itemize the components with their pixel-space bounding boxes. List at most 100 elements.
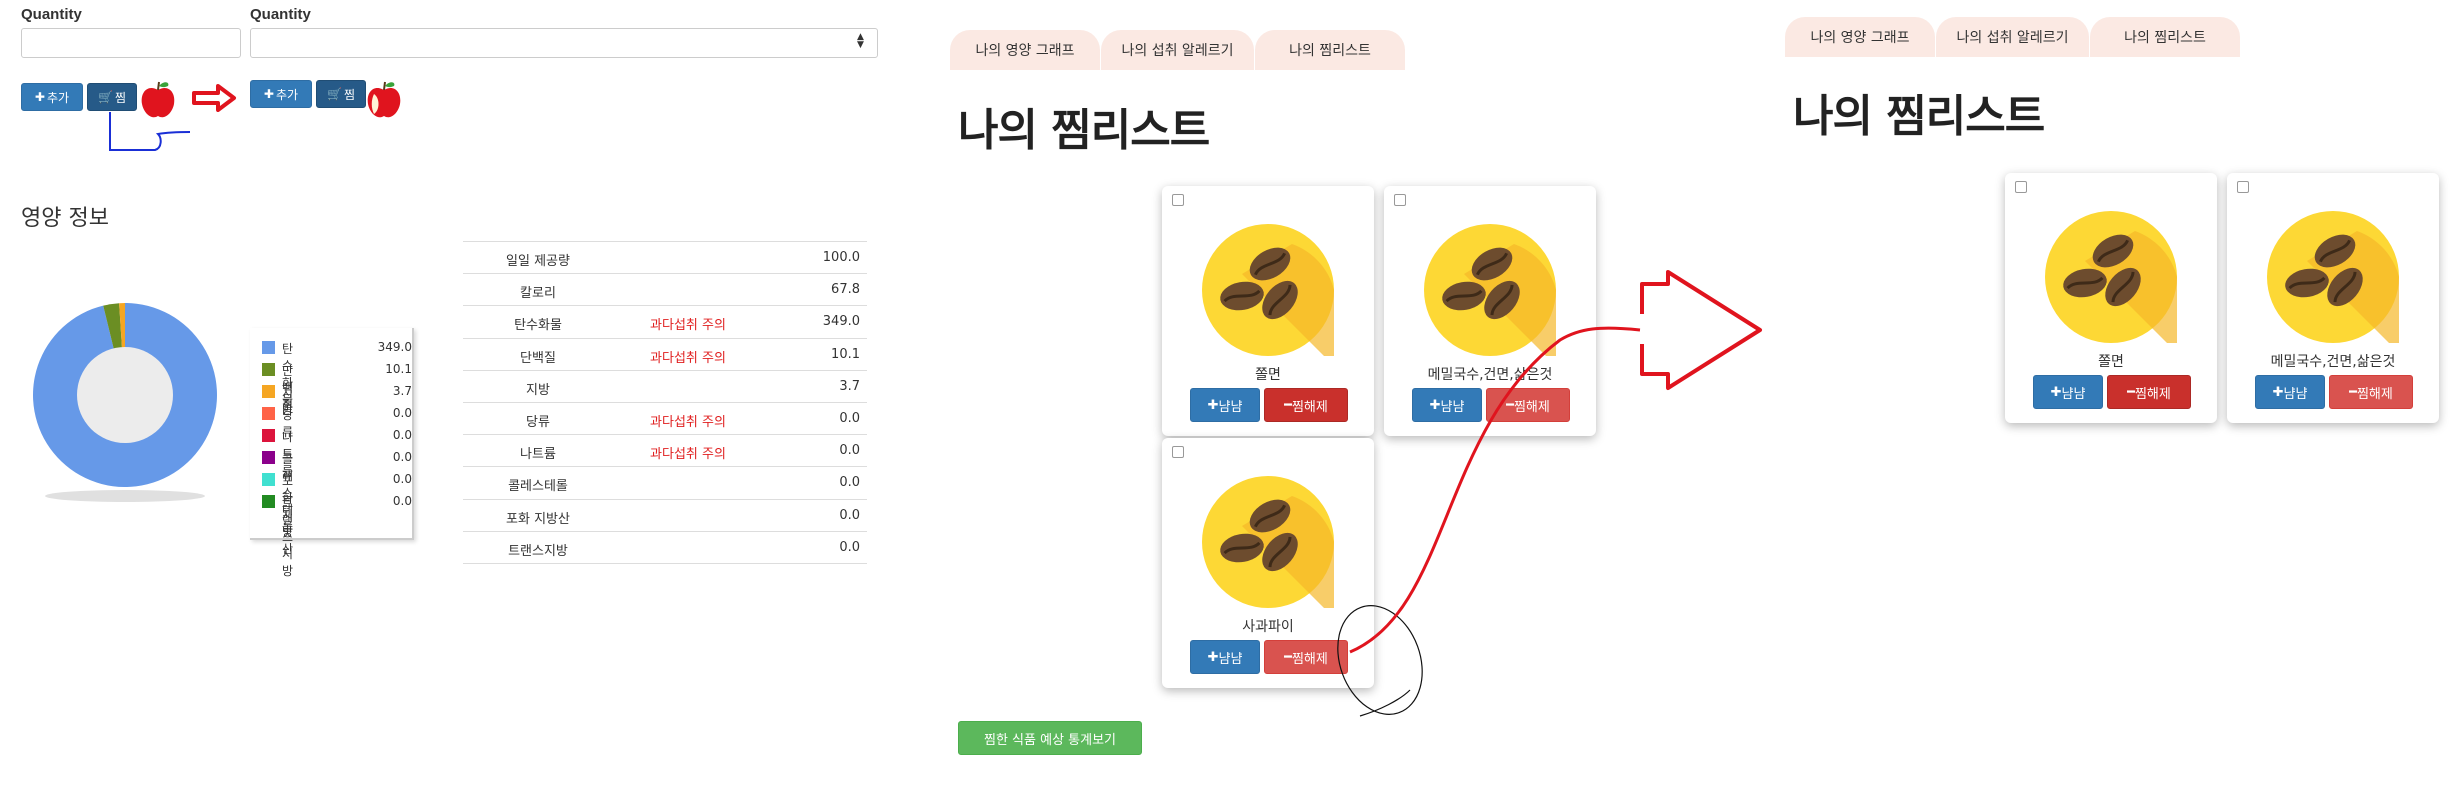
nutrient-name: 트랜스지방 [508, 543, 568, 559]
legend-swatch [262, 473, 275, 486]
nutrient-value: 3.7 [839, 378, 860, 394]
legend-swatch [262, 385, 275, 398]
table-row: 일일 제공량 100.0 [463, 241, 867, 274]
nutrient-value: 0.0 [839, 411, 860, 426]
eat-button[interactable]: ✚ 냠냠 [2255, 375, 2325, 409]
nutrition-title: 영양 정보 [21, 206, 109, 231]
annotation-right-arrow-small [192, 84, 236, 112]
nutrient-name: 단백질 [520, 350, 556, 366]
nutrient-name: 콜레스테롤 [508, 479, 568, 495]
legend-value: 0.0 [392, 472, 412, 486]
coffee-beans-icon [2045, 211, 2177, 343]
legend-value: 0.0 [392, 428, 412, 442]
tab-item[interactable]: 나의 찜리스트 [2090, 17, 2240, 57]
nutrient-value: 0.0 [839, 475, 860, 491]
nutrient-value: 0.0 [839, 443, 860, 459]
nutrient-name: 일일 제공량 [506, 254, 570, 269]
coffee-beans-icon [2267, 211, 2399, 343]
tab-item[interactable]: 나의 영양 그래프 [950, 30, 1100, 70]
save-button[interactable]: 🛒 찜 [316, 80, 366, 108]
tab-item[interactable]: 나의 찜리스트 [1255, 30, 1405, 70]
table-bottom-border [463, 563, 867, 564]
page-title: 나의 찜리스트 [958, 105, 1210, 156]
food-name: 메밀국수,건면,삶은것 [2270, 354, 2396, 370]
legend-swatch [262, 341, 275, 354]
legend-value: 0.0 [392, 406, 412, 420]
table-row: 나트륨 과다섭취 주의 0.0 [463, 434, 867, 467]
nutrient-warning: 과다섭취 주의 [650, 415, 726, 430]
table-row: 탄수화물 과다섭취 주의 349.0 [463, 305, 867, 338]
wishlist-card: 메밀국수,건면,삶은것 ✚ 냠냠 ━ 찜해제 [2227, 173, 2439, 423]
plus-icon: ✚ [34, 90, 45, 104]
food-name: 쫄면 [2098, 354, 2124, 370]
tab-item[interactable]: 나의 영양 그래프 [1785, 17, 1935, 57]
spinner-arrows-icon[interactable]: ▲ ▼ [857, 33, 864, 50]
nutrition-table: 일일 제공량 100.0 칼로리 67.8 탄수화물 과다섭취 주의 349.0 단백질 과다섭… [463, 241, 867, 571]
select-checkbox[interactable] [2015, 181, 2027, 193]
legend-swatch [262, 363, 275, 376]
select-checkbox[interactable] [1172, 446, 1184, 458]
save-button[interactable]: 🛒 찜 [87, 83, 137, 111]
nutrient-warning: 과다섭취 주의 [650, 350, 726, 366]
plus-icon: ✚ [1207, 649, 1219, 665]
cart-icon: 🛒 [327, 87, 342, 101]
legend-swatch [262, 495, 275, 508]
quantity-input[interactable] [250, 28, 878, 58]
legend-value: 349.0 [377, 340, 412, 354]
select-checkbox[interactable] [1172, 194, 1184, 206]
legend-swatch [262, 451, 275, 464]
page-title: 나의 찜리스트 [1793, 91, 2045, 142]
quantity-label: Quantity [21, 6, 82, 23]
annotation-hand-drawn-loop [109, 112, 191, 151]
wishlist-panel-after: 나의 영양 그래프 나의 섭취 알레르기 나의 찜리스트 나의 찜리스트 쫄면 ✚ 냠냠… [1785, 17, 2455, 437]
eat-button[interactable]: ✚ 냠냠 [2033, 375, 2103, 409]
add-button[interactable]: ✚ 추가 [21, 83, 83, 111]
minus-icon: ━ [2349, 384, 2357, 400]
table-row: 지방 3.7 [463, 369, 867, 403]
legend-swatch [262, 429, 275, 442]
wishlist-stats-button[interactable]: 찜한 식품 예상 통계보기 [958, 721, 1142, 755]
remove-wish-button[interactable]: ━ 찜해제 [2329, 375, 2413, 409]
nutrient-name: 나트륨 [520, 447, 556, 463]
select-checkbox[interactable] [2237, 181, 2249, 193]
table-row: 콜레스테롤 0.0 [463, 466, 867, 499]
nutrient-name: 지방 [526, 382, 550, 398]
plus-icon: ✚ [2050, 384, 2062, 400]
legend-value: 3.7 [392, 384, 412, 398]
nutrient-warning: 과다섭취 주의 [650, 447, 726, 463]
remove-wish-button[interactable]: ━ 찜해제 [2107, 375, 2191, 409]
nutrient-value: 0.0 [839, 507, 860, 523]
legend-value: 10.1 [385, 362, 412, 376]
nutrient-value: 0.0 [839, 539, 860, 555]
quantity-panel-after: Quantity ▲ ▼ ✚ 추가 🛒 찜 [245, 0, 880, 130]
nutrient-name: 칼로리 [520, 286, 556, 302]
tab-item[interactable]: 나의 섭취 알레르기 [1936, 17, 2089, 57]
quantity-input[interactable] [21, 28, 241, 58]
nutrient-value: 349.0 [822, 314, 860, 330]
legend-swatch [262, 407, 275, 420]
eat-button[interactable]: ✚ 냠냠 [1190, 388, 1260, 422]
eat-button[interactable]: ✚ 냠냠 [1190, 640, 1260, 674]
plus-icon: ✚ [2272, 384, 2284, 400]
nutrition-donut-chart [32, 303, 217, 502]
add-button[interactable]: ✚ 추가 [250, 80, 312, 108]
tab-bar: 나의 영양 그래프 나의 섭취 알레르기 나의 찜리스트 [1785, 17, 2245, 57]
tab-item[interactable]: 나의 섭취 알레르기 [1101, 30, 1254, 70]
apple-bitten-icon [367, 81, 401, 118]
select-checkbox[interactable] [1394, 194, 1406, 206]
tab-bar: 나의 영양 그래프 나의 섭취 알레르기 나의 찜리스트 [950, 30, 1410, 70]
nutrient-value: 100.0 [822, 250, 860, 265]
table-row: 트랜스지방 0.0 [463, 530, 867, 564]
annotation-curve-and-arrow [1337, 270, 1762, 717]
plus-icon: ✚ [1207, 397, 1219, 413]
nutrient-warning: 과다섭취 주의 [650, 318, 726, 334]
minus-icon: ━ [2127, 384, 2135, 400]
nutrient-value: 67.8 [831, 282, 860, 298]
nutrition-panel: 영양 정보 탄수화물 349.0 단백질 10.1 지방 3.7 당류 0.0 나트륨 0.0 콜레… [0, 190, 880, 590]
nutrient-value: 10.1 [831, 346, 860, 362]
table-row: 당류 과다섭취 주의 0.0 [463, 402, 867, 435]
table-row: 포화 지방산 0.0 [463, 498, 867, 532]
nutrient-name: 탄수화물 [514, 318, 562, 334]
wishlist-card: 쫄면 ✚ 냠냠 ━ 찜해제 [2005, 173, 2217, 423]
nutrition-legend: 탄수화물 349.0 단백질 10.1 지방 3.7 당류 0.0 나트륨 0.0 콜레스테롤 0.0… [250, 328, 414, 578]
